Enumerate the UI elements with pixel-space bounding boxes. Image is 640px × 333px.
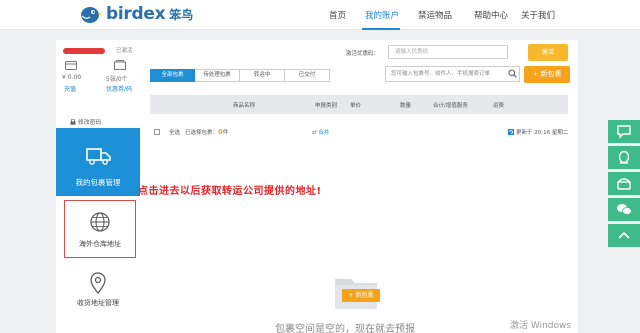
recharge-link[interactable]: 充值 xyxy=(64,84,76,93)
new-parcel-button[interactable]: + 新包裹 xyxy=(524,66,570,83)
account-level-label: 已激活 xyxy=(116,48,133,54)
tab-delivered[interactable]: 已交付 xyxy=(285,69,330,82)
column-header: 单价 xyxy=(350,103,362,109)
phone-icon xyxy=(617,178,631,190)
column-header: 商品名称 xyxy=(233,103,256,109)
table-header: 商品名称 申报类别 单价 数量 合计/增值服务 运费 xyxy=(150,95,568,114)
float-wechat-button[interactable] xyxy=(608,198,640,221)
column-header: 运费 xyxy=(493,103,505,109)
column-header: 合计/增值服务 xyxy=(433,103,468,109)
refresh-icon[interactable] xyxy=(508,129,514,135)
float-chat-button[interactable] xyxy=(608,120,640,143)
coupon-icon xyxy=(114,60,126,70)
column-header: 申报类别 xyxy=(315,103,338,109)
main-nav: 首页 我的账户 禁运物品 帮助中心 关于我们 xyxy=(0,9,640,23)
nav-prohibited-items[interactable]: 禁运物品 xyxy=(418,9,452,21)
float-phone-button[interactable] xyxy=(608,172,640,195)
selection-row: 全选 已选择包裹：0件 ⇄ 合并 更新于 20:16 星期二 xyxy=(150,127,568,139)
update-time-label: 更新于 20:16 星期二 xyxy=(516,130,569,136)
select-all-checkbox[interactable] xyxy=(154,129,160,135)
change-password-link[interactable]: 修改密码 xyxy=(70,117,101,126)
sidebar-item-parcels[interactable]: 我的包裹管理 xyxy=(56,128,140,196)
account-level-bar xyxy=(63,48,105,54)
top-arrow-icon xyxy=(618,231,630,239)
search-icon[interactable] xyxy=(508,69,517,78)
sidebar-item-warehouse-address[interactable]: 海外仓库地址 xyxy=(64,200,136,258)
column-header: 数量 xyxy=(400,103,412,109)
truck-icon xyxy=(86,148,111,165)
tab-pending-parcels[interactable]: 待处理包裹 xyxy=(195,69,240,82)
sidebar-item-label: 海外仓库地址 xyxy=(79,240,121,248)
promo-code-label: 激活优惠码： xyxy=(346,51,380,57)
nav-help-center[interactable]: 帮助中心 xyxy=(474,9,508,21)
tab-all-parcels[interactable]: 全部包裹 xyxy=(150,69,195,82)
nav-about-us[interactable]: 关于我们 xyxy=(521,9,555,21)
tab-in-transit[interactable]: 转运中 xyxy=(240,69,285,82)
page: birdex 笨鸟 首页 我的账户 禁运物品 帮助中心 关于我们 已激活 ¥ 0… xyxy=(0,0,640,333)
update-time: 更新于 20:16 星期二 xyxy=(508,128,568,136)
activate-button[interactable]: 激活 xyxy=(528,44,568,61)
float-back-to-top-button[interactable] xyxy=(608,224,640,247)
selected-count-text: 已选择包裹：0件 xyxy=(185,128,228,136)
float-qq-button[interactable] xyxy=(608,146,640,169)
windows-activation-watermark: 激活 Windows xyxy=(510,321,572,331)
merge-label: 合并 xyxy=(318,130,330,136)
select-all-label: 全选 xyxy=(169,130,181,136)
merge-link[interactable]: ⇄ 合并 xyxy=(312,128,329,136)
coupon-count: 5张/0个 xyxy=(106,76,128,83)
nav-home[interactable]: 首页 xyxy=(329,9,346,21)
balance-value: ¥ 0.00 xyxy=(62,74,82,81)
location-pin-icon xyxy=(90,272,106,294)
parcel-tabs: 全部包裹 待处理包裹 转运中 已交付 xyxy=(150,69,330,82)
top-header: birdex 笨鸟 首页 我的账户 禁运物品 帮助中心 关于我们 xyxy=(0,0,640,30)
nav-my-account[interactable]: 我的账户 xyxy=(365,9,399,21)
annotation-text: 点击进去以后获取转运公司提供的地址! xyxy=(138,186,322,197)
selected-unit: 件 xyxy=(222,130,229,136)
change-password-label: 修改密码 xyxy=(78,120,102,126)
sidebar-item-label: 我的包裹管理 xyxy=(75,178,121,187)
merge-icon: ⇄ xyxy=(312,130,317,136)
search-input[interactable]: 您可输入包裹号、收件人、手机搜索订单 xyxy=(385,66,520,82)
sidebar-item-label: 收货地址管理 xyxy=(77,299,119,307)
qq-icon xyxy=(618,150,630,164)
chat-icon xyxy=(617,125,631,139)
wallet-icon xyxy=(65,61,77,70)
active-nav-indicator xyxy=(362,28,400,30)
coupons-link[interactable]: 优惠券/码 xyxy=(106,84,132,93)
wechat-icon xyxy=(617,204,632,215)
sidebar: 已激活 ¥ 0.00 5张/0个 充值 优惠券/码 修改密码 我的包裹管理 海外… xyxy=(56,40,140,333)
selected-label: 已选择包裹： xyxy=(185,130,219,136)
lock-icon xyxy=(70,118,76,125)
empty-state-text: 包裹空间是空的，现在就去预报 xyxy=(275,324,415,333)
globe-icon xyxy=(90,212,110,232)
empty-new-parcel-button[interactable]: + 新包裹 xyxy=(342,289,380,302)
promo-code-input[interactable]: 请输入优惠码 xyxy=(388,45,508,59)
